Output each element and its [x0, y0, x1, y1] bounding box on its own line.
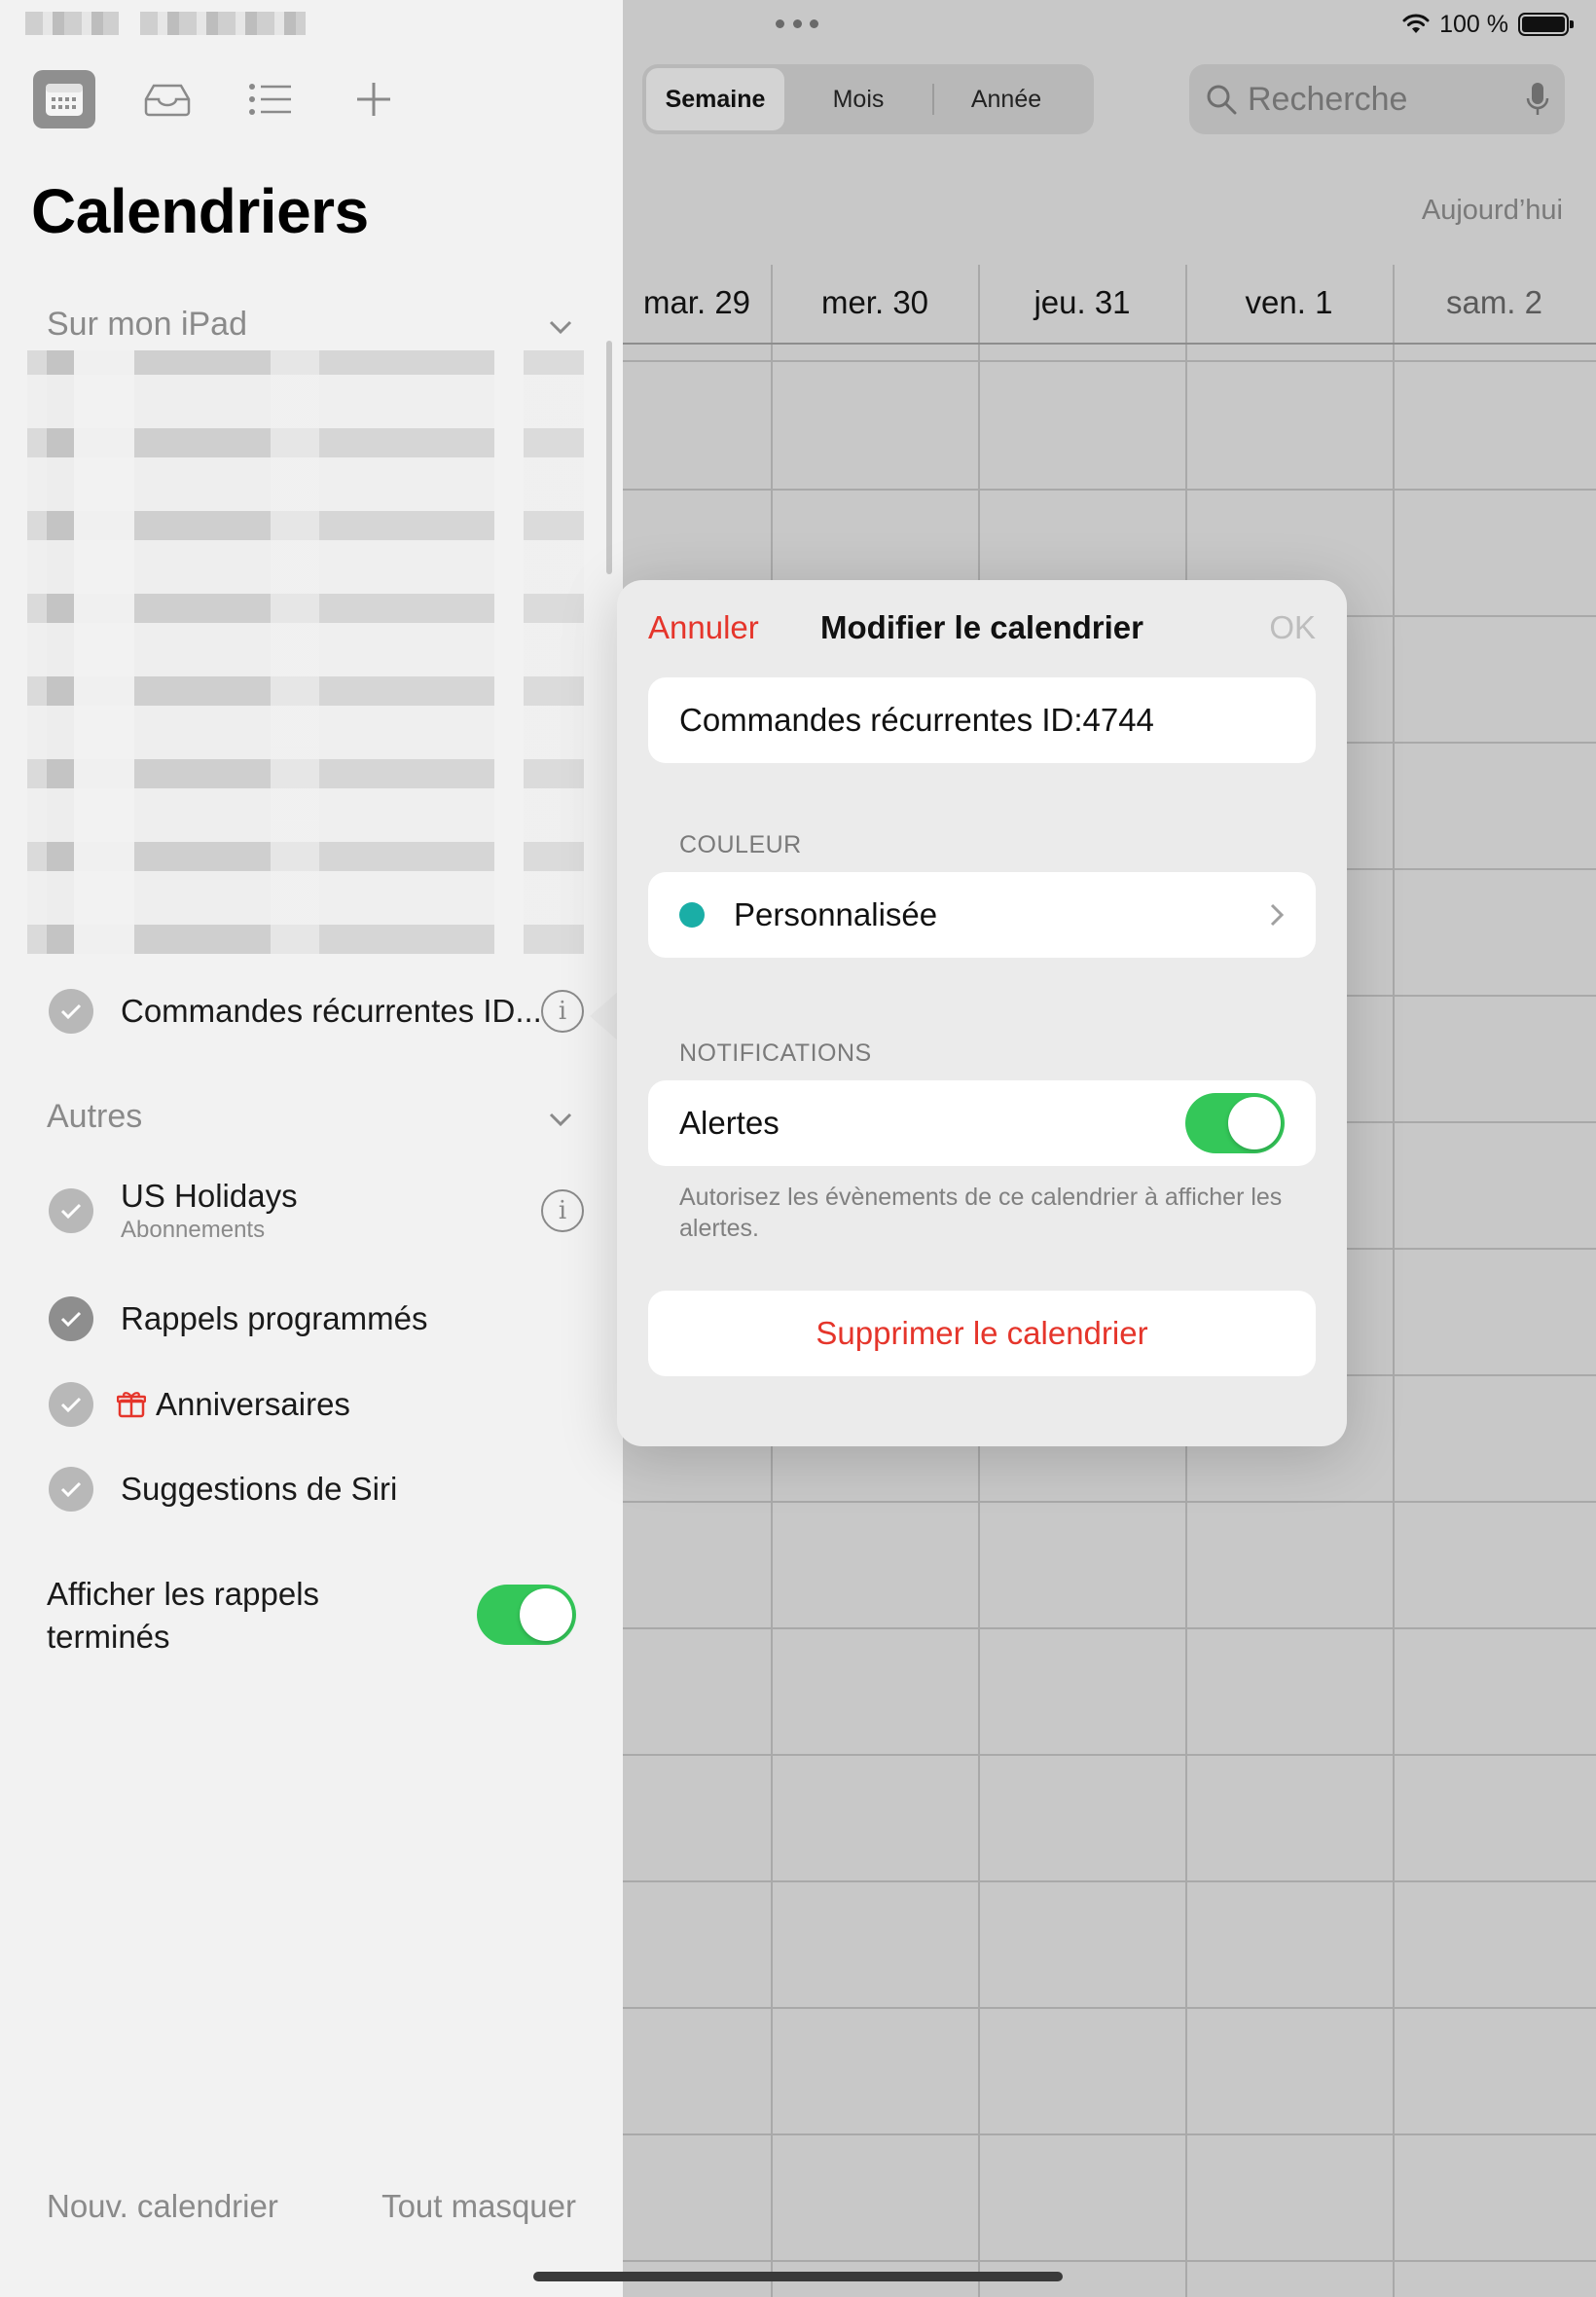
- calendars-sidebar: Calendriers Sur mon iPad Commandes récur…: [0, 0, 623, 2297]
- delete-label: Supprimer le calendrier: [816, 1315, 1148, 1351]
- notifications-section-header: NOTIFICATIONS: [679, 1039, 872, 1067]
- calendar-view-button[interactable]: [33, 70, 95, 128]
- day-header[interactable]: mer. 30: [771, 263, 979, 343]
- calendar-label: Suggestions de Siri: [121, 1471, 398, 1507]
- checkmark-icon[interactable]: [49, 1188, 93, 1233]
- calendar-icon: [46, 84, 83, 116]
- microphone-icon[interactable]: [1526, 81, 1549, 118]
- battery-icon: [1518, 13, 1574, 36]
- plus-icon: [357, 83, 390, 116]
- color-row[interactable]: Personnalisée: [648, 872, 1316, 958]
- calendar-label: US Holidays: [121, 1178, 298, 1214]
- checkmark-icon[interactable]: [49, 1467, 93, 1512]
- calendar-row-selected[interactable]: Commandes récurrentes ID... i: [49, 989, 584, 1034]
- scroll-indicator: [606, 341, 612, 574]
- color-section-header: COULEUR: [679, 831, 802, 858]
- calendar-sublabel: Abonnements: [121, 1217, 266, 1243]
- status-bar: 100 %: [1402, 8, 1574, 41]
- calendar-label: Commandes récurrentes ID...: [121, 993, 542, 1029]
- calendar-name-value: Commandes récurrentes ID:4744: [679, 702, 1154, 738]
- chevron-down-icon[interactable]: [547, 313, 574, 341]
- grid-line: [623, 2007, 1596, 2009]
- alerts-label: Alertes: [679, 1105, 780, 1141]
- blurred-status-time: [25, 12, 306, 35]
- checkmark-icon[interactable]: [49, 1382, 93, 1427]
- grid-line: [623, 1501, 1596, 1503]
- show-completed-label: Afficher les rappels terminés: [47, 1576, 320, 1655]
- edit-calendar-popover: Modifier le calendrier Annuler OK Comman…: [617, 580, 1347, 1446]
- grid-line: [623, 489, 1596, 491]
- calendar-row-reminders[interactable]: Rappels programmés: [49, 1296, 584, 1341]
- inbox-icon: [144, 84, 191, 117]
- battery-percent: 100 %: [1439, 10, 1508, 38]
- calendar-row-birthdays[interactable]: Anniversaires: [49, 1382, 584, 1427]
- hide-all-button[interactable]: Tout masquer: [381, 2188, 576, 2225]
- day-header[interactable]: jeu. 31: [979, 263, 1185, 343]
- tab-month[interactable]: Mois: [784, 68, 932, 130]
- grid-line: [623, 2260, 1596, 2262]
- alerts-row: Alertes: [648, 1080, 1316, 1166]
- inbox-button[interactable]: [136, 70, 199, 128]
- multitasking-dots-icon[interactable]: [776, 18, 818, 29]
- calendar-row-us-holidays[interactable]: US Holidays Abonnements i: [49, 1178, 584, 1244]
- ok-button[interactable]: OK: [1269, 609, 1316, 646]
- day-header[interactable]: sam. 2: [1393, 263, 1596, 343]
- grid-line: [623, 1880, 1596, 1882]
- calendar-label: Anniversaires: [156, 1386, 350, 1422]
- alerts-toggle[interactable]: [1185, 1093, 1285, 1153]
- sidebar-toolbar: [33, 70, 446, 128]
- grid-line: [623, 343, 1596, 345]
- grid-line: [623, 1627, 1596, 1629]
- section-header-others: Autres: [47, 1098, 143, 1135]
- chevron-down-icon[interactable]: [547, 1106, 574, 1133]
- alerts-note: Autorisez les évènements de ce calendrie…: [679, 1184, 1283, 1242]
- new-calendar-button[interactable]: Nouv. calendrier: [47, 2188, 278, 2225]
- search-icon: [1207, 85, 1237, 115]
- blurred-calendar-list: [27, 350, 584, 954]
- calendar-name-field[interactable]: Commandes récurrentes ID:4744: [648, 677, 1316, 763]
- color-value: Personnalisée: [734, 896, 938, 932]
- sidebar-title: Calendriers: [31, 176, 369, 246]
- calendar-row-siri[interactable]: Suggestions de Siri: [49, 1467, 584, 1512]
- grid-line: [623, 1754, 1596, 1756]
- color-dot-icon: [679, 902, 705, 928]
- cancel-button[interactable]: Annuler: [648, 609, 759, 646]
- day-header[interactable]: mar. 29: [623, 263, 771, 343]
- tab-year[interactable]: Année: [932, 68, 1080, 130]
- tab-week[interactable]: Semaine: [646, 68, 784, 130]
- info-icon[interactable]: i: [541, 1189, 584, 1232]
- checkmark-icon[interactable]: [49, 1296, 93, 1341]
- grid-line: [1393, 265, 1395, 2297]
- list-view-button[interactable]: [239, 70, 302, 128]
- info-icon[interactable]: i: [541, 990, 584, 1033]
- grid-line: [623, 2133, 1596, 2135]
- view-segmented-control: Semaine Mois Année: [642, 64, 1094, 134]
- wifi-icon: [1402, 14, 1430, 33]
- show-completed-toggle[interactable]: [477, 1585, 576, 1645]
- add-event-button[interactable]: [343, 70, 405, 128]
- gift-icon: [117, 1392, 146, 1418]
- chevron-right-icon: [1270, 903, 1285, 927]
- checkmark-icon[interactable]: [49, 989, 93, 1034]
- home-indicator[interactable]: [533, 2272, 1063, 2281]
- list-icon: [249, 84, 291, 115]
- calendar-label: Rappels programmés: [121, 1300, 428, 1336]
- today-button[interactable]: Aujourd’hui: [1422, 195, 1563, 227]
- delete-calendar-button[interactable]: Supprimer le calendrier: [648, 1291, 1316, 1376]
- section-header-ipad: Sur mon iPad: [47, 306, 247, 343]
- search-field[interactable]: Recherche: [1189, 64, 1565, 134]
- popover-arrow: [590, 991, 619, 1041]
- day-header[interactable]: ven. 1: [1185, 263, 1393, 343]
- search-placeholder: Recherche: [1248, 80, 1408, 118]
- grid-line: [623, 360, 1596, 362]
